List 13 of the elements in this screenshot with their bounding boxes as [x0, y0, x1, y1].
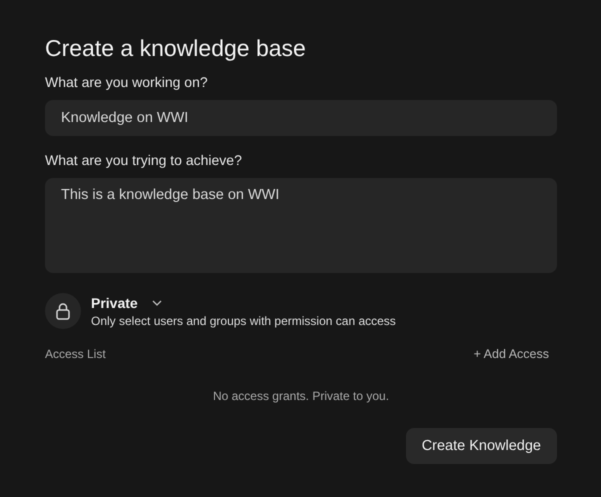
visibility-description: Only select users and groups with permission can access [91, 314, 396, 328]
field-label: What are you working on? [45, 74, 209, 90]
access-list-label: Access List [45, 347, 106, 361]
input-field[interactable]: Knowledge on WWI [45, 100, 557, 136]
create-knowledge-button[interactable]: Create Knowledge [406, 428, 557, 464]
add-access-button[interactable]: + Add Access [474, 347, 557, 361]
lock-icon [45, 293, 81, 329]
page-title: Create a knowledge base [45, 35, 307, 62]
empty-message: No access grants. Private to you. [212, 389, 390, 403]
chevron-down-icon [152, 300, 162, 306]
field-label: What are you trying to achieve? [45, 152, 243, 168]
visibility-dropdown[interactable]: Private [91, 294, 162, 310]
text-area[interactable]: This is a knowledge base on WWI [45, 178, 557, 273]
